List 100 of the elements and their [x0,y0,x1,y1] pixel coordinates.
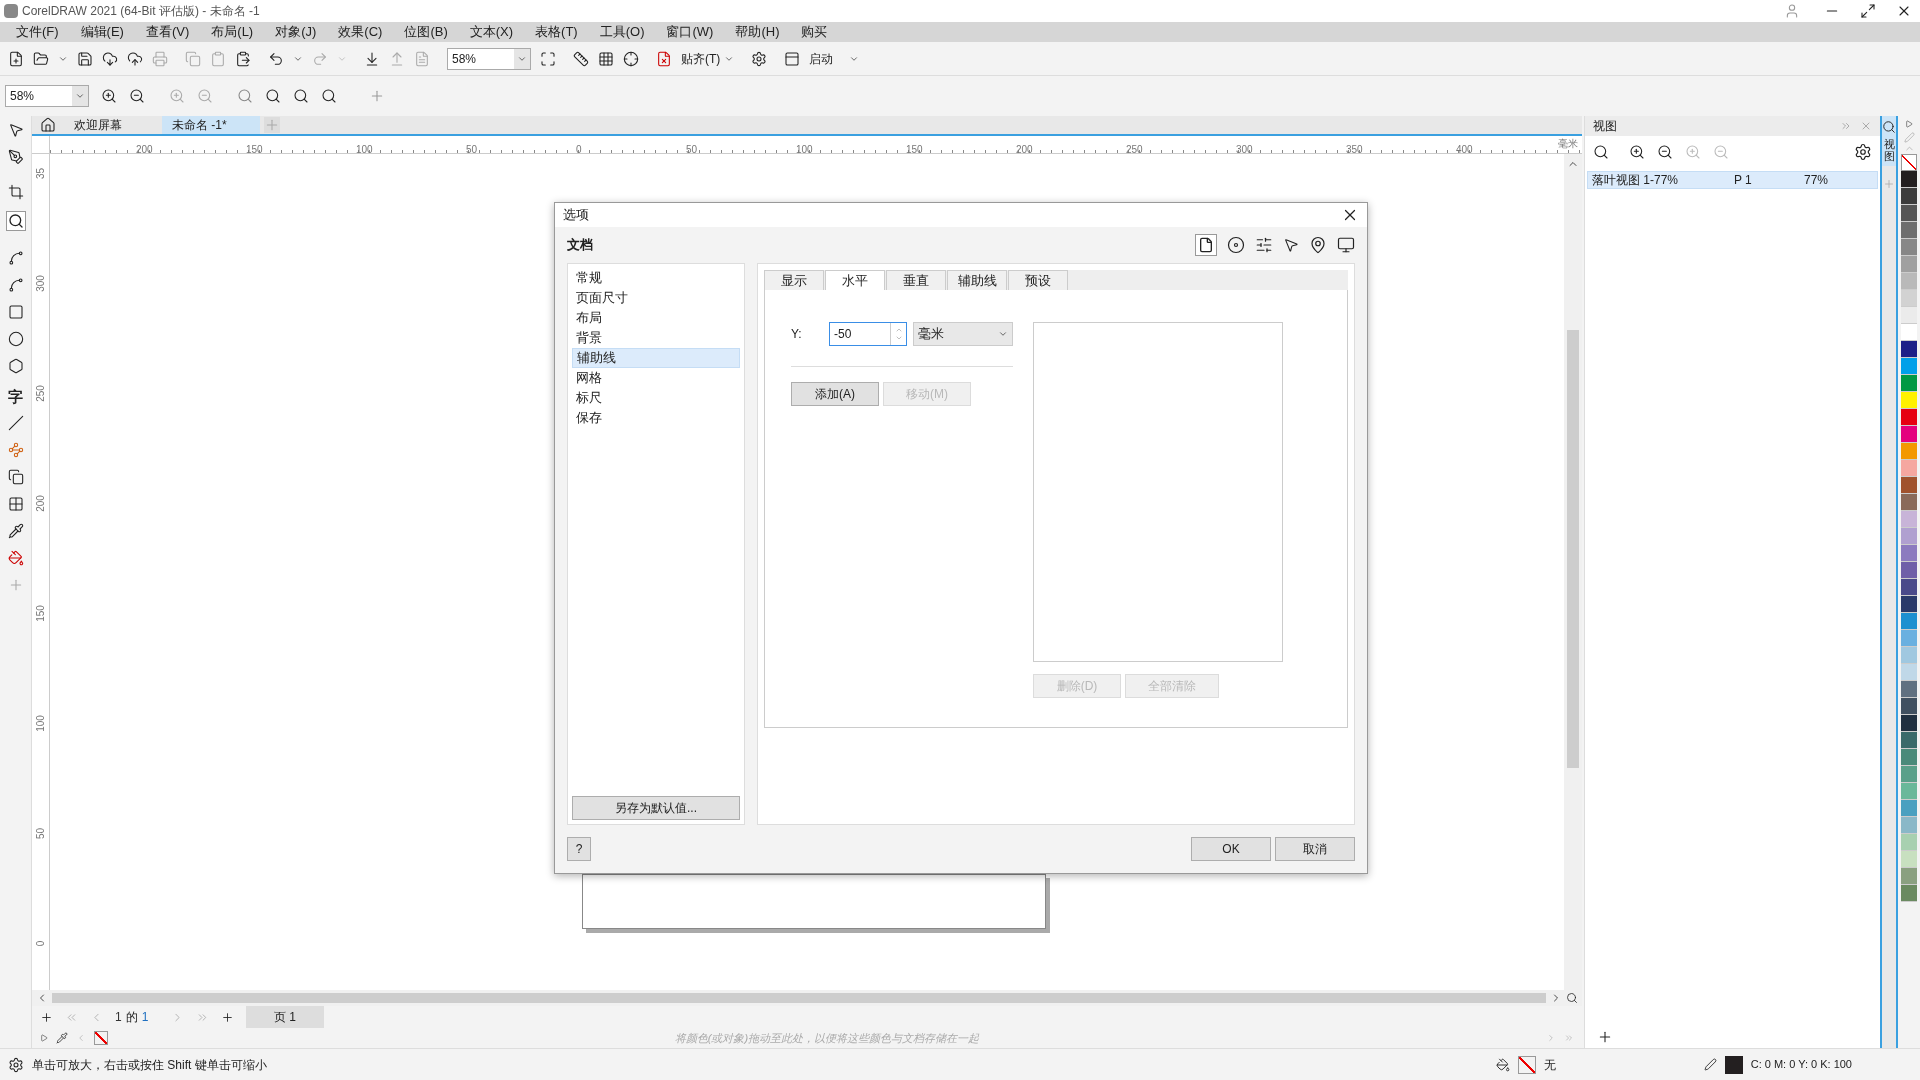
menu-item[interactable]: 效果(C) [332,22,389,42]
category-item[interactable]: 网格 [572,368,740,388]
export-icon[interactable] [389,50,405,67]
dialog-tab[interactable]: 显示 [764,270,824,290]
search-icon[interactable] [1593,144,1609,160]
new-document-icon[interactable] [8,50,24,67]
color-swatch[interactable] [1901,613,1917,630]
curve-tool-icon[interactable] [7,277,24,293]
color-swatch[interactable] [1901,681,1917,698]
pick-tool-icon[interactable] [7,122,24,138]
outline-pen-icon[interactable] [1703,1058,1717,1071]
menu-item[interactable]: 文本(X) [463,22,520,42]
color-swatch[interactable] [1901,698,1917,715]
disc-icon[interactable] [1227,236,1245,254]
spin-up-icon[interactable] [894,326,903,334]
category-item[interactable]: 背景 [572,328,740,348]
sliders-icon[interactable] [1255,236,1273,254]
dialog-tab[interactable]: 水平 [825,270,885,290]
dimension-tool-icon[interactable] [7,415,24,431]
color-swatch[interactable] [1901,307,1917,324]
color-swatch[interactable] [1901,494,1917,511]
color-swatch[interactable] [1901,851,1917,868]
zoom-icon[interactable] [1566,992,1578,1004]
color-swatch[interactable] [1901,528,1917,545]
freehand-tool-icon[interactable] [7,250,24,266]
unit-dropdown[interactable]: 毫米 [913,322,1013,346]
dialog-tab[interactable]: 垂直 [886,270,946,290]
color-swatch[interactable] [1901,222,1917,239]
color-swatch[interactable] [1901,460,1917,477]
zoom-dropdown[interactable]: 58% [447,47,531,70]
dialog-tab[interactable]: 预设 [1008,270,1068,290]
category-item[interactable]: 辅助线 [572,348,740,368]
color-swatch[interactable] [1901,375,1917,392]
zoom-tool[interactable] [5,211,26,231]
zoom-in-icon[interactable] [101,88,117,104]
category-item[interactable]: 保存 [572,408,740,428]
color-swatch[interactable] [1901,800,1917,817]
color-swatch[interactable] [1901,715,1917,732]
redo-icon[interactable] [312,50,328,67]
snap-off-icon[interactable] [656,50,672,67]
paste-icon[interactable] [235,50,251,67]
cancel-button[interactable]: 取消 [1275,837,1355,861]
save-icon[interactable] [77,50,93,67]
menu-item[interactable]: 查看(V) [139,22,196,42]
cloud-upload-icon[interactable] [127,50,143,67]
connector-tool-icon[interactable] [7,442,24,458]
color-swatch[interactable] [1901,732,1917,749]
color-swatch[interactable] [1901,324,1917,341]
grid-icon[interactable] [598,50,614,67]
menu-item[interactable]: 文件(F) [10,22,65,42]
color-swatch[interactable] [1901,783,1917,800]
category-item[interactable]: 常规 [572,268,740,288]
ok-button[interactable]: OK [1191,837,1271,861]
ellipse-tool-icon[interactable] [7,331,24,347]
color-swatch[interactable] [1901,205,1917,222]
color-swatch[interactable] [1901,273,1917,290]
color-swatch[interactable] [1901,239,1917,256]
view-row[interactable]: 落叶视图 1-77% P 1 77% [1587,171,1878,189]
menu-item[interactable]: 工具(O) [593,22,651,42]
color-swatch[interactable] [1901,766,1917,783]
horizontal-scrollbar[interactable] [52,993,1546,1003]
category-item[interactable]: 标尺 [572,388,740,408]
add-page-icon[interactable] [40,1010,53,1024]
window-icon[interactable] [784,50,801,67]
guidelines-icon[interactable] [623,50,639,67]
zoom-all-icon[interactable] [1713,144,1729,160]
zoom-in-icon[interactable] [1629,144,1645,160]
pdf-icon[interactable] [414,50,430,67]
pointer-icon[interactable] [1283,237,1299,253]
color-swatch[interactable] [1901,256,1917,273]
menu-item[interactable]: 位图(B) [398,22,454,42]
no-color-swatch[interactable] [94,1031,108,1045]
dialog-button[interactable]: 添加(A) [791,382,879,406]
zoom-out-icon[interactable] [1657,144,1673,160]
cloud-download-icon[interactable] [102,50,118,67]
transparency-tool-icon[interactable] [7,496,24,512]
help-button[interactable]: ? [567,837,591,861]
document-tab[interactable]: 未命名 -1* [162,116,260,134]
color-swatch[interactable] [1901,579,1917,596]
zoom-selected-icon[interactable] [1685,144,1701,160]
shape-tool-icon[interactable] [7,149,24,165]
y-input[interactable]: -50 [829,322,907,346]
palette-menu-icon[interactable] [1905,120,1913,128]
page-tab[interactable]: 页 1 [246,1006,324,1028]
color-swatch[interactable] [1901,885,1917,902]
menu-item[interactable]: 帮助(H) [729,22,786,42]
settings-icon[interactable] [751,50,768,67]
eyedropper-icon[interactable] [56,1032,68,1044]
eyedropper-tool-icon[interactable] [7,523,24,539]
zoom-out-icon[interactable] [129,88,145,104]
text-tool[interactable]: 字 [8,389,23,404]
color-swatch[interactable] [1901,426,1917,443]
color-swatch[interactable] [1901,596,1917,613]
color-swatch[interactable] [1901,171,1917,188]
menu-item[interactable]: 表格(T) [529,22,584,42]
home-icon[interactable] [40,117,56,133]
print-icon[interactable] [152,50,168,67]
color-swatch[interactable] [1901,630,1917,647]
pin-icon[interactable] [1309,236,1327,254]
zoom-width-icon[interactable] [265,88,281,104]
